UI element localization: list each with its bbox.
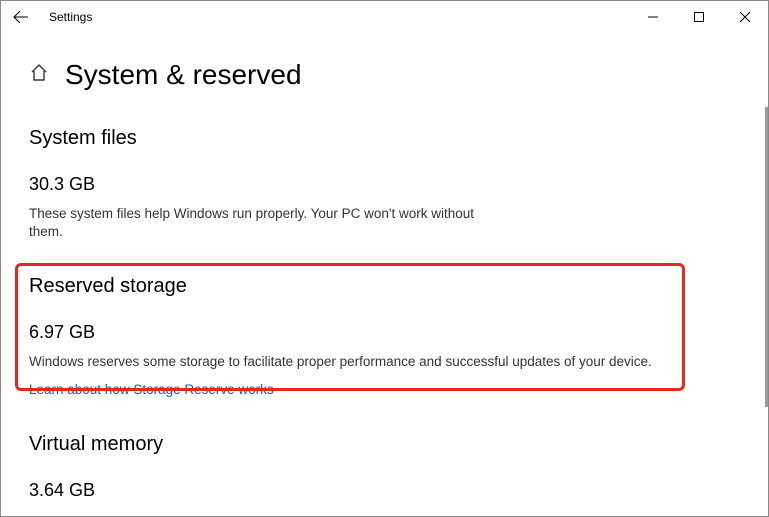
settings-window: Settings <box>0 0 769 517</box>
maximize-icon <box>694 12 704 22</box>
close-icon <box>740 12 750 22</box>
titlebar-left: Settings <box>9 5 92 29</box>
storage-reserve-link[interactable]: Learn about how Storage Reserve works <box>29 382 274 397</box>
page-header: System & reserved <box>29 59 740 91</box>
titlebar: Settings <box>1 1 768 33</box>
content-area: System & reserved System files 30.3 GB T… <box>1 33 768 516</box>
reserved-storage-desc: Windows reserves some storage to facilit… <box>29 353 669 371</box>
system-files-desc: These system files help Windows run prop… <box>29 205 509 241</box>
minimize-icon <box>648 12 658 22</box>
virtual-memory-size: 3.64 GB <box>29 480 740 501</box>
virtual-memory-title: Virtual memory <box>29 433 740 456</box>
reserved-storage-section: Reserved storage 6.97 GB Windows reserve… <box>29 275 740 398</box>
window-controls <box>630 1 768 33</box>
system-files-section: System files 30.3 GB These system files … <box>29 127 740 241</box>
system-files-size: 30.3 GB <box>29 174 740 195</box>
maximize-button[interactable] <box>676 1 722 33</box>
reserved-storage-title: Reserved storage <box>29 275 740 298</box>
virtual-memory-section: Virtual memory 3.64 GB <box>29 433 740 501</box>
back-button[interactable] <box>9 5 33 29</box>
home-icon[interactable] <box>29 63 49 88</box>
reserved-storage-size: 6.97 GB <box>29 322 740 343</box>
page-title: System & reserved <box>65 59 302 91</box>
window-title: Settings <box>49 10 92 24</box>
scrollbar[interactable] <box>765 107 768 407</box>
back-arrow-icon <box>13 9 29 25</box>
system-files-title: System files <box>29 127 740 150</box>
close-button[interactable] <box>722 1 768 33</box>
minimize-button[interactable] <box>630 1 676 33</box>
